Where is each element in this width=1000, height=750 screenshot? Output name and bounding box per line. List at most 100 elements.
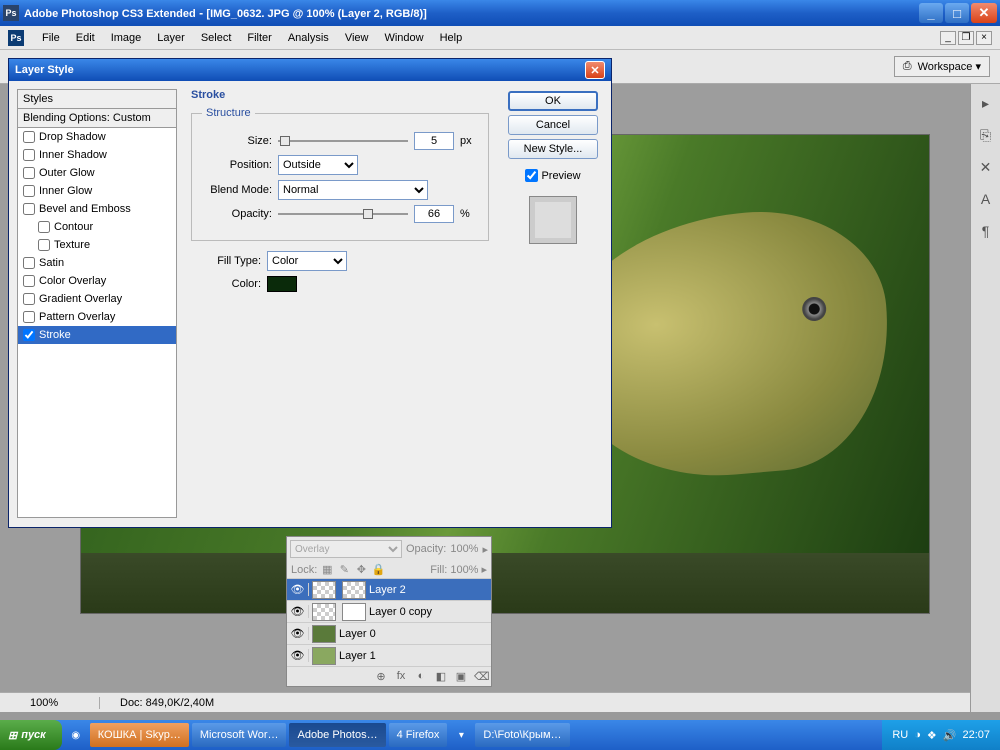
opacity-value[interactable]: 100% (450, 543, 478, 555)
dialog-titlebar[interactable]: Layer Style ✕ (9, 59, 611, 81)
fill-value[interactable]: 100% (450, 564, 478, 576)
menu-filter[interactable]: Filter (239, 29, 279, 47)
style-item-texture[interactable]: Texture (18, 236, 176, 254)
styles-header[interactable]: Styles (17, 89, 177, 109)
style-checkbox[interactable] (23, 149, 35, 161)
menu-edit[interactable]: Edit (68, 29, 103, 47)
opacity-arrow-icon[interactable]: ▸ (482, 543, 488, 556)
size-input[interactable] (414, 132, 454, 150)
close-button[interactable]: ✕ (971, 3, 997, 23)
doc-minimize-button[interactable]: _ (940, 31, 956, 45)
style-item-stroke[interactable]: Stroke (18, 326, 176, 344)
layer-row[interactable]: 👁 Layer 0 copy (287, 600, 491, 622)
menu-select[interactable]: Select (193, 29, 240, 47)
size-slider[interactable] (278, 134, 408, 148)
style-checkbox[interactable] (23, 329, 35, 341)
tray-icon[interactable]: 🔊 (943, 729, 957, 742)
task-explorer[interactable]: D:\Foto\Крым… (475, 723, 569, 747)
lock-paint-icon[interactable]: ✎ (337, 563, 351, 576)
menu-layer[interactable]: Layer (149, 29, 193, 47)
dock-icon-3[interactable]: ✕ (977, 158, 995, 176)
menu-analysis[interactable]: Analysis (280, 29, 337, 47)
doc-restore-button[interactable]: ❐ (958, 31, 974, 45)
color-swatch[interactable] (267, 276, 297, 292)
style-item-color-overlay[interactable]: Color Overlay (18, 272, 176, 290)
style-item-gradient-overlay[interactable]: Gradient Overlay (18, 290, 176, 308)
menu-help[interactable]: Help (432, 29, 471, 47)
visibility-icon[interactable]: 👁 (287, 649, 309, 662)
style-checkbox[interactable] (23, 293, 35, 305)
style-item-drop-shadow[interactable]: Drop Shadow (18, 128, 176, 146)
ok-button[interactable]: OK (508, 91, 598, 111)
style-item-inner-shadow[interactable]: Inner Shadow (18, 146, 176, 164)
style-item-contour[interactable]: Contour (18, 218, 176, 236)
delete-layer-icon[interactable]: ⌫ (474, 670, 488, 683)
dock-icon-2[interactable]: ⎘ (977, 126, 995, 144)
dialog-close-button[interactable]: ✕ (585, 61, 605, 79)
layer-row[interactable]: 👁 Layer 0 (287, 622, 491, 644)
dock-icon-5[interactable]: ¶ (977, 222, 995, 240)
visibility-icon[interactable]: 👁 (287, 627, 309, 640)
blendmode-select[interactable]: Normal (278, 180, 428, 200)
new-style-button[interactable]: New Style... (508, 139, 598, 159)
lock-transparency-icon[interactable]: ▦ (320, 563, 334, 576)
style-checkbox[interactable] (23, 185, 35, 197)
menu-image[interactable]: Image (103, 29, 150, 47)
fill-arrow-icon[interactable]: ▸ (481, 563, 487, 576)
minimize-button[interactable]: _ (919, 3, 943, 23)
style-item-outer-glow[interactable]: Outer Glow (18, 164, 176, 182)
dock-icon-4[interactable]: A (977, 190, 995, 208)
style-checkbox[interactable] (23, 311, 35, 323)
opacity-slider[interactable] (278, 207, 408, 221)
style-checkbox[interactable] (38, 239, 50, 251)
layer-blend-mode[interactable]: Overlay (290, 540, 402, 558)
task-firefox[interactable]: 4 Firefox (389, 723, 448, 747)
visibility-icon[interactable]: 👁 (287, 583, 309, 596)
visibility-icon[interactable]: 👁 (287, 605, 309, 618)
layer-row[interactable]: 👁 Layer 2 (287, 578, 491, 600)
opacity-input[interactable] (414, 205, 454, 223)
menu-window[interactable]: Window (376, 29, 431, 47)
blending-options[interactable]: Blending Options: Custom (17, 109, 177, 128)
zoom-level[interactable]: 100% (0, 697, 100, 709)
tray-icon[interactable]: ◑ (914, 729, 921, 741)
add-mask-icon[interactable]: ◐ (414, 670, 428, 683)
style-checkbox[interactable] (38, 221, 50, 233)
task-word[interactable]: Microsoft Wor… (192, 723, 287, 747)
cancel-button[interactable]: Cancel (508, 115, 598, 135)
add-style-icon[interactable]: fx (394, 670, 408, 683)
new-layer-icon[interactable]: ▣ (454, 670, 468, 683)
start-button[interactable]: ⊞пуск (0, 720, 62, 750)
new-group-icon[interactable]: ◧ (434, 670, 448, 683)
tray-clock[interactable]: 22:07 (962, 729, 990, 741)
workspace-button[interactable]: ⎙Workspace ▾ (894, 56, 990, 77)
filltype-select[interactable]: Color (267, 251, 347, 271)
style-item-pattern-overlay[interactable]: Pattern Overlay (18, 308, 176, 326)
style-checkbox[interactable] (23, 167, 35, 179)
layer-row[interactable]: 👁 Layer 1 (287, 644, 491, 666)
task-photoshop[interactable]: Adobe Photos… (289, 723, 385, 747)
position-select[interactable]: Outside (278, 155, 358, 175)
quicklaunch-icon[interactable]: ◉ (65, 723, 87, 747)
task-arrow-icon[interactable]: ▾ (450, 723, 472, 747)
style-item-bevel-and-emboss[interactable]: Bevel and Emboss (18, 200, 176, 218)
style-item-satin[interactable]: Satin (18, 254, 176, 272)
menu-view[interactable]: View (337, 29, 377, 47)
lock-all-icon[interactable]: 🔒 (371, 563, 385, 576)
doc-close-button[interactable]: × (976, 31, 992, 45)
style-checkbox[interactable] (23, 275, 35, 287)
maximize-button[interactable]: □ (945, 3, 969, 23)
dock-icon-1[interactable]: ▸ (977, 94, 995, 112)
style-checkbox[interactable] (23, 203, 35, 215)
tray-lang[interactable]: RU (892, 729, 908, 741)
style-checkbox[interactable] (23, 131, 35, 143)
lock-position-icon[interactable]: ✥ (354, 563, 368, 576)
menu-file[interactable]: File (34, 29, 68, 47)
link-layers-icon[interactable]: ⊕ (374, 670, 388, 683)
style-checkbox[interactable] (23, 257, 35, 269)
tray-icon[interactable]: ❖ (927, 729, 937, 742)
preview-checkbox[interactable]: Preview (525, 169, 580, 182)
system-tray[interactable]: RU ◑ ❖ 🔊 22:07 (882, 720, 1000, 750)
task-skype[interactable]: КОШКА | Skyp… (90, 723, 189, 747)
style-item-inner-glow[interactable]: Inner Glow (18, 182, 176, 200)
